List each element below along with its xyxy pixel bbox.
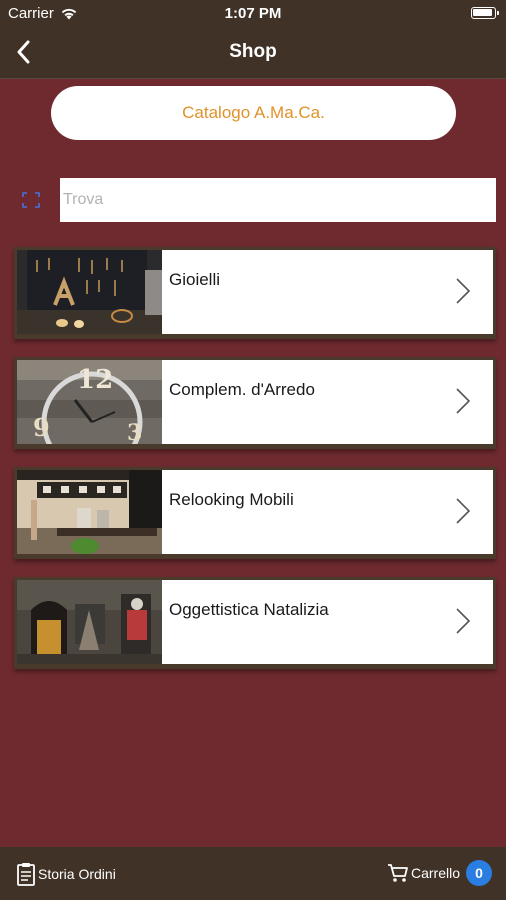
chevron-right-icon	[456, 388, 471, 414]
battery-icon	[471, 7, 499, 19]
category-item-gioielli[interactable]: Gioielli	[14, 247, 496, 339]
category-item-relooking[interactable]: Relooking Mobili	[14, 467, 496, 559]
order-history-label: Storia Ordini	[38, 866, 116, 882]
cart-label: Carrello	[410, 865, 460, 881]
page-title: Shop	[229, 41, 277, 62]
category-label: Relooking Mobili	[169, 490, 294, 509]
chevron-right-icon	[456, 608, 471, 634]
cart-icon	[387, 864, 408, 882]
category-label: Gioielli	[169, 270, 221, 289]
cart-count-badge: 0	[466, 860, 492, 886]
cart-button[interactable]: Carrello 0	[387, 860, 492, 886]
category-item-arredo[interactable]: 12 9 3 Complem. d'Arredo	[14, 357, 496, 449]
status-bar: Carrier 1:07 PM	[0, 0, 506, 26]
status-time: 1:07 PM	[224, 5, 282, 22]
chevron-right-icon	[456, 278, 471, 304]
chevron-right-icon	[456, 498, 471, 524]
search-bar	[0, 178, 506, 222]
bottom-bar: Storia Ordini Carrello 0	[0, 847, 506, 900]
category-image-furniture	[17, 470, 162, 554]
category-item-natalizia[interactable]: Oggettistica Natalizia	[14, 577, 496, 669]
category-label: Complem. d'Arredo	[169, 380, 315, 399]
scan-icon[interactable]	[22, 192, 40, 208]
category-image-clock: 12 9 3	[17, 360, 162, 444]
search-input[interactable]	[60, 178, 496, 222]
order-history-button[interactable]: Storia Ordini	[16, 862, 116, 886]
svg-text:9: 9	[33, 413, 50, 442]
svg-text:12: 12	[77, 365, 113, 395]
category-image-christmas	[17, 580, 162, 664]
category-image-jewelry	[17, 250, 162, 334]
clipboard-icon	[17, 863, 35, 886]
navigation-bar: Shop	[0, 26, 506, 79]
catalog-button[interactable]: Catalogo A.Ma.Ca.	[51, 86, 456, 140]
category-label: Oggettistica Natalizia	[169, 600, 329, 619]
svg-text:3: 3	[127, 420, 142, 444]
